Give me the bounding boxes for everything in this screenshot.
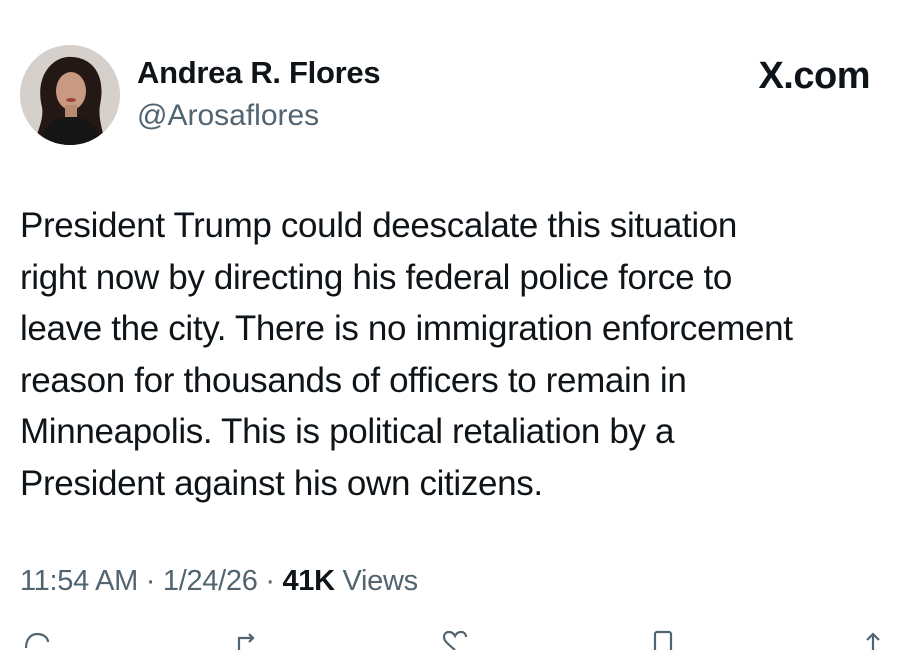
action-bar [0, 630, 910, 650]
meta-separator: · [265, 565, 275, 597]
tweet-meta: 11:54 AM · 1/24/26 · 41K Views [20, 565, 418, 598]
tweet-text-line: President Trump could deescalate this si… [20, 206, 738, 245]
avatar[interactable] [20, 45, 120, 145]
bookmark-icon[interactable] [648, 630, 678, 650]
tweet-text-line: President against his own citizens. [20, 463, 543, 503]
author-display-name[interactable]: Andrea R. Flores [137, 55, 381, 91]
tweet-date[interactable]: 1/24/26 [163, 565, 258, 597]
tweet-text-line: reason for thousands of officers to rema… [20, 360, 687, 400]
like-icon[interactable] [440, 630, 470, 650]
views-label: Views [342, 565, 419, 597]
tweet-text: President Trump could deescalate this si… [20, 200, 900, 509]
brand-logo: X.com [758, 55, 870, 97]
tweet-text-line: Minneapolis. This is political retaliati… [20, 412, 675, 451]
tweet-text-line: right now by directing his federal polic… [20, 257, 733, 297]
repost-icon[interactable] [233, 630, 263, 650]
tweet-text-line: leave the city. There is no immigration … [20, 309, 793, 348]
avatar-image [20, 45, 120, 145]
meta-separator: · [145, 565, 156, 597]
tweet-time[interactable]: 11:54 AM [20, 565, 138, 597]
views-count: 41K [282, 565, 335, 597]
reply-icon[interactable] [22, 630, 52, 650]
author-handle[interactable]: @Arosaflores [137, 99, 319, 133]
share-icon[interactable] [858, 630, 888, 650]
